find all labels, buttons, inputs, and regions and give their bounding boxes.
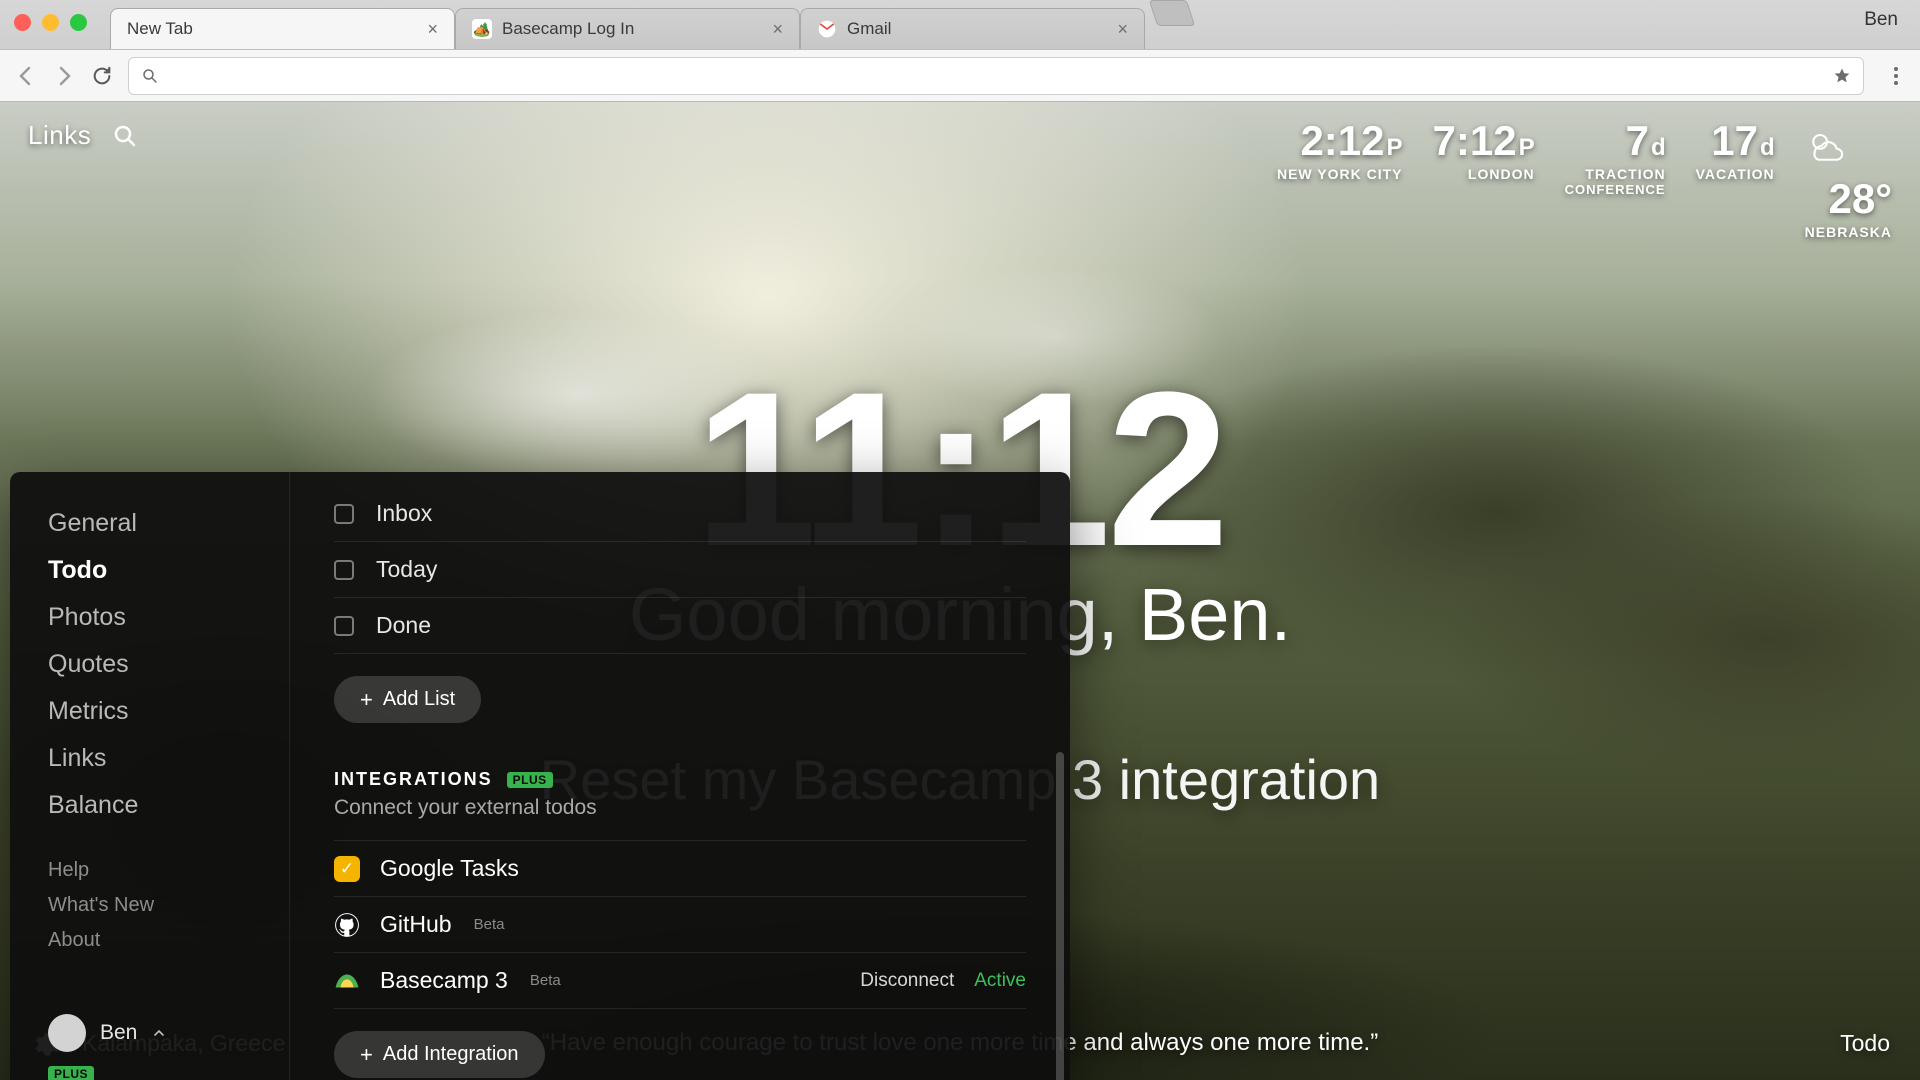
countdown-traction[interactable]: 7d TRACTION CONFERENCE (1565, 120, 1666, 197)
countdown-label: VACATION (1696, 166, 1775, 182)
todo-list-row[interactable]: Inbox (334, 486, 1026, 542)
beta-badge: Beta (474, 916, 505, 933)
bookmark-star-icon[interactable] (1833, 67, 1851, 85)
todo-list-row[interactable]: Done (334, 598, 1026, 654)
gmail-favicon-icon (817, 19, 837, 39)
browser-tab-new-tab[interactable]: New Tab × (110, 8, 455, 49)
settings-panel: General Todo Photos Quotes Metrics Links… (10, 472, 1070, 1080)
links-button[interactable]: Links (28, 120, 91, 151)
forward-button[interactable] (52, 64, 76, 88)
settings-content: Inbox Today Done + Add List (290, 472, 1070, 1080)
search-icon[interactable] (113, 124, 137, 148)
countdown-label: TRACTION (1585, 166, 1665, 182)
browser-tabstrip: New Tab × 🏕️ Basecamp Log In × Gmail × B… (0, 0, 1920, 49)
integration-row-google-tasks[interactable]: ✓ Google Tasks (334, 840, 1026, 896)
window-zoom-button[interactable] (70, 14, 87, 31)
checkbox-icon (334, 560, 354, 580)
browser-profile-button[interactable]: Ben (1864, 9, 1908, 41)
sidebar-item-general[interactable]: General (48, 500, 289, 547)
todo-toggle[interactable]: Todo (1840, 1030, 1890, 1057)
integrations-heading: INTEGRATIONS (334, 769, 493, 790)
integration-name: GitHub (380, 911, 452, 938)
disconnect-button[interactable]: Disconnect (860, 970, 954, 992)
tab-title: Basecamp Log In (502, 19, 634, 39)
tab-title: Gmail (847, 19, 891, 39)
basecamp-icon (334, 968, 360, 994)
integration-name: Google Tasks (380, 855, 519, 882)
sidebar-item-photos[interactable]: Photos (48, 594, 289, 641)
basecamp-favicon-icon: 🏕️ (472, 19, 492, 39)
sidebar-item-whatsnew[interactable]: What's New (48, 888, 289, 923)
sidebar-user-button[interactable]: Ben (48, 1014, 289, 1060)
new-tab-button[interactable] (1149, 0, 1195, 26)
sidebar-item-metrics[interactable]: Metrics (48, 688, 289, 735)
plus-badge: PLUS (507, 772, 553, 788)
integrations-subtitle: Connect your external todos (334, 796, 1026, 820)
settings-sidebar: General Todo Photos Quotes Metrics Links… (10, 472, 290, 1080)
list-name: Done (376, 612, 431, 639)
clock-london[interactable]: 7:12P LONDON (1433, 120, 1535, 182)
plus-badge: PLUS (48, 1066, 94, 1080)
todo-list-row[interactable]: Today (334, 542, 1026, 598)
beta-badge: Beta (530, 972, 561, 989)
clock-label: LONDON (1468, 166, 1535, 182)
google-tasks-icon: ✓ (334, 856, 360, 882)
github-icon (334, 912, 360, 938)
sidebar-item-todo[interactable]: Todo (48, 547, 289, 594)
browser-tab-gmail[interactable]: Gmail × (800, 8, 1145, 49)
list-name: Inbox (376, 500, 432, 527)
window-minimize-button[interactable] (42, 14, 59, 31)
back-button[interactable] (14, 64, 38, 88)
integration-name: Basecamp 3 (380, 967, 508, 994)
checkbox-icon (334, 616, 354, 636)
countdown-label2: CONFERENCE (1565, 182, 1666, 197)
sidebar-item-links[interactable]: Links (48, 735, 289, 782)
user-name: Ben (100, 1021, 137, 1045)
status-active-label: Active (974, 970, 1026, 992)
integration-row-basecamp[interactable]: Basecamp 3 Beta Disconnect Active (334, 952, 1026, 1009)
weather-cloudy-icon (1805, 124, 1849, 168)
sidebar-item-quotes[interactable]: Quotes (48, 641, 289, 688)
clock-label: NEW YORK CITY (1277, 166, 1403, 182)
browser-menu-button[interactable] (1886, 66, 1906, 86)
sidebar-item-balance[interactable]: Balance (48, 782, 289, 829)
avatar (48, 1014, 86, 1052)
integration-row-github[interactable]: GitHub Beta (334, 896, 1026, 952)
checkbox-icon (334, 504, 354, 524)
chevron-up-icon (151, 1025, 167, 1041)
window-traffic-lights (14, 14, 87, 31)
browser-toolbar (0, 49, 1920, 102)
clock-nyc[interactable]: 2:12P NEW YORK CITY (1277, 120, 1403, 182)
close-icon[interactable]: × (1117, 20, 1128, 38)
window-close-button[interactable] (14, 14, 31, 31)
countdown-vacation[interactable]: 17d VACATION (1696, 120, 1775, 182)
scrollbar-thumb[interactable] (1056, 752, 1064, 1080)
close-icon[interactable]: × (427, 20, 438, 38)
tab-title: New Tab (127, 19, 193, 39)
close-icon[interactable]: × (772, 20, 783, 38)
sidebar-item-about[interactable]: About (48, 923, 289, 958)
weather-widget[interactable]: 28° NEBRASKA (1805, 120, 1892, 240)
browser-tab-basecamp[interactable]: 🏕️ Basecamp Log In × (455, 8, 800, 49)
plus-icon: + (360, 689, 373, 711)
add-integration-button[interactable]: + Add Integration (334, 1031, 545, 1078)
search-icon (141, 67, 159, 85)
plus-icon: + (360, 1044, 373, 1066)
weather-label: NEBRASKA (1805, 224, 1892, 240)
list-name: Today (376, 556, 437, 583)
address-bar[interactable] (128, 57, 1864, 95)
sidebar-item-help[interactable]: Help (48, 853, 289, 888)
add-list-button[interactable]: + Add List (334, 676, 481, 723)
reload-button[interactable] (90, 64, 114, 88)
